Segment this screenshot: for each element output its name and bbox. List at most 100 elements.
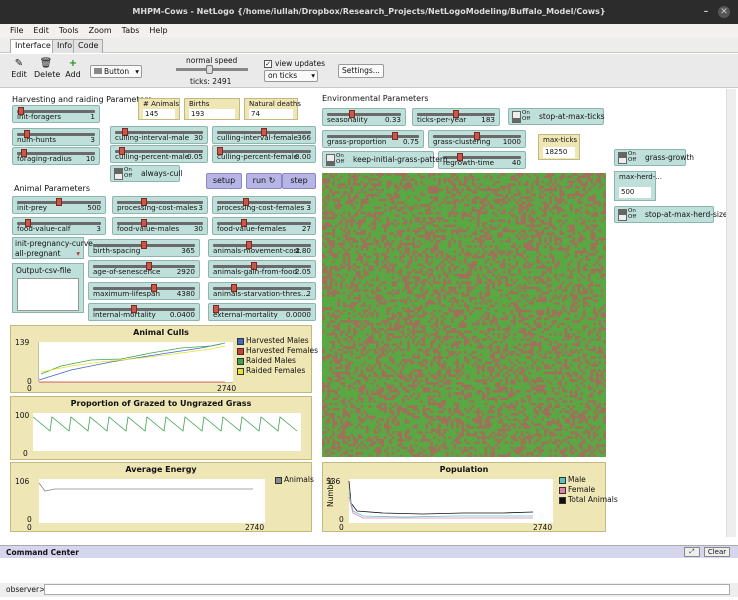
observer-bar: observer> bbox=[0, 583, 738, 597]
slider-animals-starvation-threshold[interactable]: animals-starvation-thres... 2 bbox=[208, 282, 316, 300]
command-input[interactable] bbox=[44, 584, 730, 595]
legend-male: Male bbox=[559, 475, 618, 485]
interface-scrollbar[interactable] bbox=[726, 89, 736, 537]
pencil-icon: ✎ bbox=[14, 58, 24, 69]
animal-header: Animal Parameters bbox=[14, 184, 91, 193]
slider-seasonality[interactable]: seasonality 0.33 bbox=[322, 108, 406, 126]
slider-knob[interactable] bbox=[141, 241, 147, 249]
switch-state: On Off bbox=[336, 153, 345, 165]
input-output-csv-file[interactable]: Output-csv-file bbox=[12, 263, 84, 313]
forever-icon: ↻ bbox=[268, 176, 276, 185]
minimize-button[interactable]: – bbox=[700, 6, 712, 18]
menu-help[interactable]: Help bbox=[149, 24, 167, 37]
tab-code[interactable]: Code bbox=[73, 39, 104, 53]
menu-edit[interactable]: Edit bbox=[33, 24, 49, 37]
plot-area bbox=[39, 342, 233, 382]
slider-culling-interval-male[interactable]: culling-interval-male 30 bbox=[110, 126, 208, 144]
clear-button[interactable]: Clear bbox=[704, 547, 730, 557]
csv-file-field[interactable] bbox=[17, 278, 79, 311]
slider-animals-movement-cost[interactable]: animals-movement-cost 1.80 bbox=[208, 239, 316, 257]
legend-harvested-females: Harvested Females bbox=[237, 346, 318, 356]
slider-processing-cost-females[interactable]: processing-cost-females 3 bbox=[212, 196, 316, 214]
slider-age-of-senescence[interactable]: age-of-senescence 2920 bbox=[88, 260, 200, 278]
average-energy-legend: Animals bbox=[275, 475, 314, 485]
add-button[interactable]: + Add bbox=[64, 58, 82, 79]
view-updates-checkbox[interactable]: ✓ bbox=[264, 60, 272, 68]
window-title: MHPM-Cows - NetLogo {/home/iullah/Dropbo… bbox=[132, 7, 606, 16]
switch-keep-initial-grass-pattern[interactable]: On Off keep-initial-grass-pattern bbox=[322, 151, 448, 168]
switch-grass-growth[interactable]: On Off grass-growth bbox=[614, 149, 694, 166]
legend-animals: Animals bbox=[275, 475, 314, 485]
run-button[interactable]: run ↻ bbox=[246, 173, 282, 189]
tab-bar: Interface Info Code bbox=[0, 37, 738, 53]
close-button[interactable]: ✕ bbox=[718, 6, 730, 18]
slider-internal-mortality[interactable]: internal-mortality 0.0400 bbox=[88, 303, 200, 321]
delete-button[interactable]: 🗑 Delete bbox=[34, 58, 60, 79]
setup-button[interactable]: setup bbox=[206, 173, 242, 189]
ticks-counter: ticks: 2491 bbox=[190, 77, 232, 86]
slider-food-value-females[interactable]: food-value-females 27 bbox=[212, 217, 316, 235]
births-monitor: Births 193 bbox=[184, 98, 240, 120]
grazed-grass-chart bbox=[32, 413, 301, 451]
slider-knob[interactable] bbox=[56, 198, 62, 206]
switch-state: On Off bbox=[628, 208, 637, 220]
slider-init-foragers[interactable]: init-foragers 1 bbox=[12, 105, 100, 123]
command-output bbox=[0, 558, 738, 584]
switch-state: On Off bbox=[522, 110, 531, 122]
slider-birth-spacing[interactable]: birth-spacing 365 bbox=[88, 239, 200, 257]
slider-grass-proportion[interactable]: grass-proportion 0.75 bbox=[322, 130, 424, 148]
interface-area: Harvesting and raiding Parameters Animal… bbox=[0, 89, 738, 537]
command-center-header: Command Center ⤢ Clear bbox=[0, 545, 738, 558]
chooser-init-pregnancy-curve[interactable]: init-pregnancy-curve all-pregnant ▾ bbox=[12, 237, 93, 259]
speed-knob[interactable] bbox=[206, 65, 213, 74]
slider-ticks-per-year[interactable]: ticks-per-year 183 bbox=[412, 108, 500, 126]
harvest-header: Harvesting and raiding Parameters bbox=[12, 95, 152, 104]
tab-interface[interactable]: Interface bbox=[10, 39, 56, 53]
slider-culling-percent-female[interactable]: culling-percent-female 0.00 bbox=[212, 145, 316, 163]
slider-num-hunts[interactable]: num-hunts 3 bbox=[12, 128, 100, 146]
menu-file[interactable]: File bbox=[10, 24, 23, 37]
switch-stop-at-max-ticks[interactable]: On Off stop-at-max-ticks bbox=[508, 108, 605, 125]
legend-raided-females: Raided Females bbox=[237, 366, 318, 376]
slider-food-value-males[interactable]: food-value-males 30 bbox=[112, 217, 208, 235]
slider-grass-clustering[interactable]: grass-clustering 1000 bbox=[428, 130, 526, 148]
slider-regrowth-time[interactable]: regrowth-time 40 bbox=[438, 151, 526, 169]
switch-stop-at-max-herd-size[interactable]: On Off stop-at-max-herd-size bbox=[614, 206, 728, 223]
average-energy-chart bbox=[38, 479, 265, 523]
plot-population: Population Male Female Total Animals 536… bbox=[322, 462, 618, 532]
slider-food-value-calf[interactable]: food-value-calf 3 bbox=[12, 217, 106, 235]
max-herd-input[interactable]: max-herd-... 500 bbox=[614, 171, 662, 201]
menu-zoom[interactable]: Zoom bbox=[89, 24, 112, 37]
step-button[interactable]: step bbox=[282, 173, 316, 189]
settings-button[interactable]: Settings... bbox=[338, 64, 384, 78]
max-ticks-input[interactable]: max-ticks 18250 bbox=[538, 134, 580, 160]
switch-always-cull[interactable]: On Off always-cull bbox=[110, 165, 183, 182]
animals-monitor: # Animals 145 bbox=[138, 98, 180, 120]
slider-init-prey[interactable]: init-prey 500 bbox=[12, 196, 106, 214]
legend-harvested-males: Harvested Males bbox=[237, 336, 318, 346]
slider-culling-percent-male[interactable]: culling-percent-male 0.05 bbox=[110, 145, 208, 163]
plot-average-energy: Average Energy Animals 106 0 0 2740 bbox=[10, 462, 314, 532]
chevron-down-icon: ▾ bbox=[311, 71, 315, 80]
slider-foraging-radius[interactable]: foraging-radius 10 bbox=[12, 147, 100, 165]
slider-culling-interval-female[interactable]: culling-interval-female 366 bbox=[212, 126, 316, 144]
slider-external-mortality[interactable]: external-mortality 0.0000 bbox=[208, 303, 316, 321]
trash-icon: 🗑 bbox=[39, 58, 53, 69]
env-header: Environmental Parameters bbox=[322, 94, 429, 103]
chevron-down-icon: ▾ bbox=[76, 249, 80, 258]
world-view[interactable] bbox=[322, 173, 606, 457]
plus-icon: + bbox=[68, 58, 78, 69]
menu-tabs[interactable]: Tabs bbox=[122, 24, 140, 37]
speed-slider[interactable] bbox=[176, 65, 248, 74]
slider-maximum-lifespan[interactable]: maximum-lifespan 4380 bbox=[88, 282, 200, 300]
slider-animals-gain-from-food[interactable]: animals-gain-from-food 2.05 bbox=[208, 260, 316, 278]
edit-button[interactable]: ✎ Edit bbox=[10, 58, 28, 79]
slider-knob[interactable] bbox=[392, 132, 398, 140]
menu-tools[interactable]: Tools bbox=[59, 24, 79, 37]
legend-raided-males: Raided Males bbox=[237, 356, 318, 366]
widget-type-select[interactable]: Button ▾ bbox=[90, 65, 142, 78]
update-mode-select[interactable]: on ticks ▾ bbox=[264, 70, 318, 82]
slider-processing-cost-males[interactable]: processing-cost-males 3 bbox=[112, 196, 208, 214]
window-titlebar: MHPM-Cows - NetLogo {/home/iullah/Dropbo… bbox=[0, 0, 738, 24]
expand-icon[interactable]: ⤢ bbox=[684, 547, 700, 557]
